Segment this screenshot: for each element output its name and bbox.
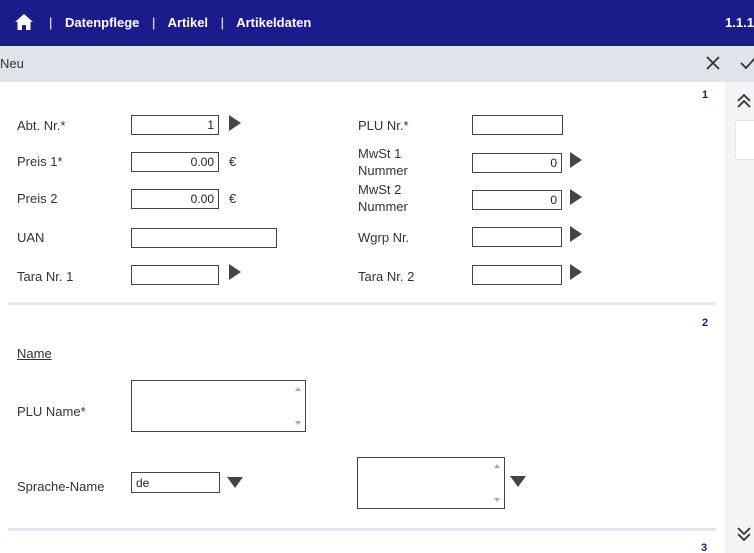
home-icon[interactable] — [14, 13, 34, 31]
mode-label: Neu — [0, 56, 24, 71]
tara2-label: Tara Nr. 2 — [358, 269, 415, 284]
abt-nr-input[interactable] — [131, 115, 219, 135]
tara1-label: Tara Nr. 1 — [17, 269, 74, 284]
preis2-currency: € — [229, 191, 237, 206]
preis1-label: Preis 1* — [17, 154, 63, 169]
breadcrumb-item-artikel[interactable]: Artikel — [168, 15, 208, 30]
sprache-name-label: Sprache-Name — [17, 479, 105, 494]
mwst2-input[interactable] — [472, 190, 562, 210]
breadcrumb-item-datenpflege[interactable]: Datenpflege — [65, 15, 139, 30]
plu-name-label: PLU Name* — [17, 404, 86, 419]
preis1-input[interactable] — [131, 152, 219, 172]
name-heading: Name — [17, 346, 52, 361]
version-label: 1.1.1 — [725, 15, 754, 30]
abt-nr-lookup-arrow-icon[interactable] — [229, 115, 241, 131]
textarea-scroll-down-icon[interactable] — [494, 498, 500, 502]
preis2-label: Preis 2 — [17, 191, 58, 206]
sprache-name-textarea[interactable] — [357, 457, 505, 509]
tara2-input[interactable] — [472, 265, 562, 285]
mwst2-label: MwSt 2 — [358, 182, 402, 197]
double-chevron-down-icon[interactable] — [735, 525, 753, 543]
breadcrumb-separator: | — [49, 15, 53, 30]
mwst2-label-line2: Nummer — [358, 199, 408, 214]
section-number: 2 — [702, 317, 709, 329]
check-icon[interactable] — [739, 53, 754, 73]
top-bar: | Datenpflege | Artikel | Artikeldaten 1… — [0, 0, 754, 46]
uan-label: UAN — [17, 230, 45, 245]
wgrp-nr-label: Wgrp Nr. — [358, 230, 410, 245]
tara1-input[interactable] — [131, 265, 219, 285]
section-divider — [8, 528, 716, 531]
breadcrumb-separator: | — [220, 15, 225, 30]
textarea-scroll-up-icon[interactable] — [494, 464, 500, 468]
uan-input[interactable] — [131, 228, 277, 248]
close-icon[interactable] — [703, 53, 723, 73]
abt-nr-label: Abt. Nr.* — [17, 118, 66, 133]
mwst1-label: MwSt 1 — [358, 146, 402, 161]
mwst2-lookup-arrow-icon[interactable] — [570, 189, 582, 205]
preis1-currency: € — [229, 154, 237, 169]
preis2-input[interactable] — [131, 189, 219, 209]
wgrp-nr-input[interactable] — [472, 227, 562, 247]
sprache-dropdown-arrow-icon[interactable] — [227, 477, 243, 488]
plu-nr-label: PLU Nr.* — [358, 118, 409, 133]
mwst1-label-line2: Nummer — [358, 163, 408, 178]
sprache-name-select[interactable] — [131, 472, 220, 493]
section-divider — [8, 302, 716, 305]
plu-nr-input[interactable] — [472, 115, 563, 135]
mwst1-input[interactable] — [472, 153, 562, 173]
action-bar: Neu — [0, 46, 754, 82]
plu-name-textarea[interactable] — [131, 380, 306, 432]
breadcrumb: | Datenpflege | Artikel | Artikeldaten — [40, 15, 311, 30]
tara2-lookup-arrow-icon[interactable] — [570, 264, 582, 280]
tara1-lookup-arrow-icon[interactable] — [229, 264, 241, 280]
textarea-scroll-up-icon[interactable] — [295, 387, 301, 391]
sprache-text-dropdown-arrow-icon[interactable] — [510, 476, 526, 487]
section-number: 1 — [702, 89, 709, 101]
breadcrumb-separator: | — [152, 15, 156, 30]
wgrp-nr-lookup-arrow-icon[interactable] — [570, 226, 582, 242]
scroll-thumb[interactable] — [735, 120, 754, 160]
double-chevron-up-icon[interactable] — [735, 92, 753, 110]
textarea-scroll-down-icon[interactable] — [295, 421, 301, 425]
breadcrumb-item-artikeldaten: Artikeldaten — [236, 15, 312, 30]
section-number: 3 — [701, 542, 708, 553]
mwst1-lookup-arrow-icon[interactable] — [570, 152, 582, 168]
